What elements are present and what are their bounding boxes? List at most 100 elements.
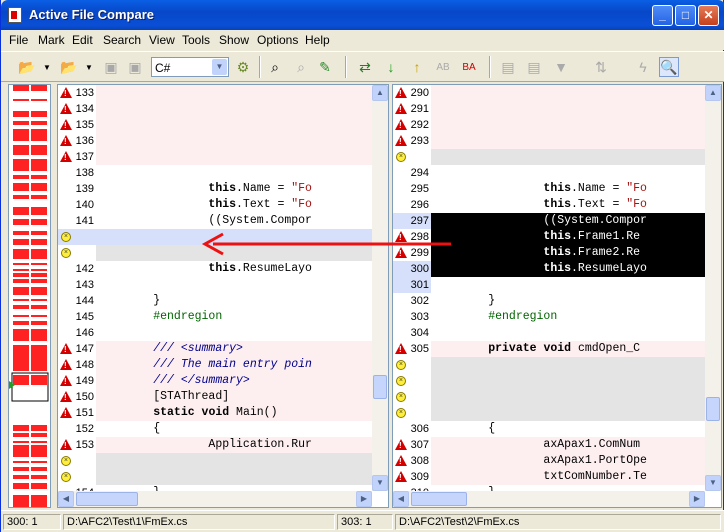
next-difference-icon[interactable]: ↓ xyxy=(381,57,401,77)
scroll-left-icon[interactable]: ◀ xyxy=(393,491,409,507)
menu-file[interactable]: File xyxy=(9,33,28,47)
left-line-row[interactable]: 149 /// </summary> xyxy=(58,373,372,389)
left-line-row[interactable]: × xyxy=(58,245,372,261)
close-button[interactable]: ✕ xyxy=(698,5,719,26)
zoom-icon[interactable]: 🔍 xyxy=(659,57,679,77)
right-hscroll-thumb[interactable] xyxy=(411,492,467,506)
left-line-row[interactable]: 152 { xyxy=(58,421,372,437)
left-line-row[interactable]: 135 xyxy=(58,117,372,133)
find-icon[interactable]: ⌕ xyxy=(265,57,285,77)
left-line-row[interactable]: 136 xyxy=(58,133,372,149)
left-line-row[interactable]: 138 xyxy=(58,165,372,181)
right-line-row[interactable]: 293 xyxy=(393,133,705,149)
scroll-left-icon[interactable]: ◀ xyxy=(58,491,74,507)
copy-to-right-icon[interactable]: BA xyxy=(459,57,479,77)
filter-icon[interactable]: ▼ xyxy=(551,57,571,77)
scroll-down-icon[interactable]: ▼ xyxy=(705,475,721,491)
right-file-pane[interactable]: 290291292293×294295 this.Name = "Fo296 t… xyxy=(392,84,722,508)
title-bar[interactable]: Active File Compare _ □ ✕ xyxy=(1,0,724,30)
recompare-icon[interactable]: ⇄ xyxy=(355,57,375,77)
menu-mark[interactable]: Mark xyxy=(38,33,65,47)
menu-help[interactable]: Help xyxy=(305,33,330,47)
minimize-button[interactable]: _ xyxy=(652,5,673,26)
open-left-icon[interactable]: 📂 xyxy=(17,57,37,77)
menu-show[interactable]: Show xyxy=(219,33,249,47)
right-line-row[interactable]: 302 } xyxy=(393,293,705,309)
left-line-row[interactable]: 150 [STAThread] xyxy=(58,389,372,405)
right-line-row[interactable]: 296 this.Text = "Fo xyxy=(393,197,705,213)
right-line-row[interactable]: 298 this.Frame1.Re xyxy=(393,229,705,245)
right-line-row[interactable]: × xyxy=(393,357,705,373)
right-line-row[interactable]: 290 xyxy=(393,85,705,101)
left-line-row[interactable]: × xyxy=(58,453,372,469)
copy-to-left-icon[interactable]: AB xyxy=(433,57,453,77)
right-line-row[interactable]: 299 this.Frame2.Re xyxy=(393,245,705,261)
left-line-row[interactable]: 143 xyxy=(58,277,372,293)
menu-search[interactable]: Search xyxy=(103,33,141,47)
difference-map[interactable] xyxy=(8,84,51,508)
left-line-row[interactable]: 134 xyxy=(58,101,372,117)
right-line-row[interactable]: 303 #endregion xyxy=(393,309,705,325)
scroll-up-icon[interactable]: ▲ xyxy=(372,85,388,101)
right-scroll-thumb[interactable] xyxy=(706,397,720,421)
find-next-icon[interactable]: ⌕ xyxy=(291,57,311,77)
compare-folders-icon[interactable]: ⚙ xyxy=(233,57,253,77)
open-right-icon[interactable]: 📂 xyxy=(59,57,79,77)
right-line-row[interactable]: 297 ((System.Compor xyxy=(393,213,705,229)
language-select[interactable]: C# ▼ xyxy=(151,57,229,77)
scroll-right-icon[interactable]: ▶ xyxy=(356,491,372,507)
scroll-up-icon[interactable]: ▲ xyxy=(705,85,721,101)
right-line-row[interactable]: 292 xyxy=(393,117,705,133)
maximize-button[interactable]: □ xyxy=(675,5,696,26)
left-line-row[interactable]: 145 #endregion xyxy=(58,309,372,325)
left-scroll-thumb[interactable] xyxy=(373,375,387,399)
open-right-dropdown-icon[interactable]: ▼ xyxy=(79,57,99,77)
edit-pencil-icon[interactable]: ✎ xyxy=(315,57,335,77)
right-line-row[interactable]: × xyxy=(393,405,705,421)
right-line-row[interactable]: 295 this.Name = "Fo xyxy=(393,181,705,197)
left-line-row[interactable]: 151 static void Main() xyxy=(58,405,372,421)
left-line-row[interactable]: 137 xyxy=(58,149,372,165)
menu-edit[interactable]: Edit xyxy=(72,33,93,47)
right-line-row[interactable]: 300 this.ResumeLayo xyxy=(393,261,705,277)
menu-options[interactable]: Options xyxy=(257,33,298,47)
left-line-row[interactable]: 146 xyxy=(58,325,372,341)
right-line-row[interactable]: 305 private void cmdOpen_C xyxy=(393,341,705,357)
left-line-row[interactable]: 139 this.Name = "Fo xyxy=(58,181,372,197)
merge-icon[interactable]: ▤ xyxy=(498,57,518,77)
left-line-row[interactable]: 133 xyxy=(58,85,372,101)
left-line-row[interactable]: 153 Application.Rur xyxy=(58,437,372,453)
right-line-row[interactable]: 307 axApax1.ComNum xyxy=(393,437,705,453)
left-vertical-scrollbar[interactable]: ▲ ▼ xyxy=(372,85,388,491)
left-line-row[interactable]: 148 /// The main entry poin xyxy=(58,357,372,373)
lightning-icon[interactable]: ϟ xyxy=(633,57,653,77)
menu-view[interactable]: View xyxy=(149,33,175,47)
left-line-row[interactable]: 142 this.ResumeLayo xyxy=(58,261,372,277)
save-right-icon[interactable]: ▣ xyxy=(125,57,145,77)
left-horizontal-scrollbar[interactable]: ◀ ▶ xyxy=(58,491,372,507)
menu-tools[interactable]: Tools xyxy=(182,33,210,47)
left-line-row[interactable]: × xyxy=(58,469,372,485)
right-vertical-scrollbar[interactable]: ▲ ▼ xyxy=(705,85,721,491)
left-hscroll-thumb[interactable] xyxy=(76,492,138,506)
right-line-row[interactable]: × xyxy=(393,389,705,405)
right-line-row[interactable]: × xyxy=(393,149,705,165)
right-line-row[interactable]: 306 { xyxy=(393,421,705,437)
left-line-row[interactable]: × xyxy=(58,229,372,245)
left-line-row[interactable]: 147 /// <summary> xyxy=(58,341,372,357)
left-line-row[interactable]: 140 this.Text = "Fo xyxy=(58,197,372,213)
chevron-down-icon[interactable]: ▼ xyxy=(212,59,227,75)
left-line-row[interactable]: 141 ((System.Compor xyxy=(58,213,372,229)
right-line-row[interactable]: 308 axApax1.PortOpe xyxy=(393,453,705,469)
left-line-row[interactable]: 144 } xyxy=(58,293,372,309)
previous-difference-icon[interactable]: ↑ xyxy=(407,57,427,77)
right-line-row[interactable]: 291 xyxy=(393,101,705,117)
right-line-row[interactable]: 304 xyxy=(393,325,705,341)
save-left-icon[interactable]: ▣ xyxy=(101,57,121,77)
scroll-down-icon[interactable]: ▼ xyxy=(372,475,388,491)
open-left-dropdown-icon[interactable]: ▼ xyxy=(37,57,57,77)
right-line-row[interactable]: 309 txtComNumber.Te xyxy=(393,469,705,485)
sort-icon[interactable]: ⇅ xyxy=(591,57,611,77)
scroll-right-icon[interactable]: ▶ xyxy=(689,491,705,507)
right-horizontal-scrollbar[interactable]: ◀ ▶ xyxy=(393,491,705,507)
